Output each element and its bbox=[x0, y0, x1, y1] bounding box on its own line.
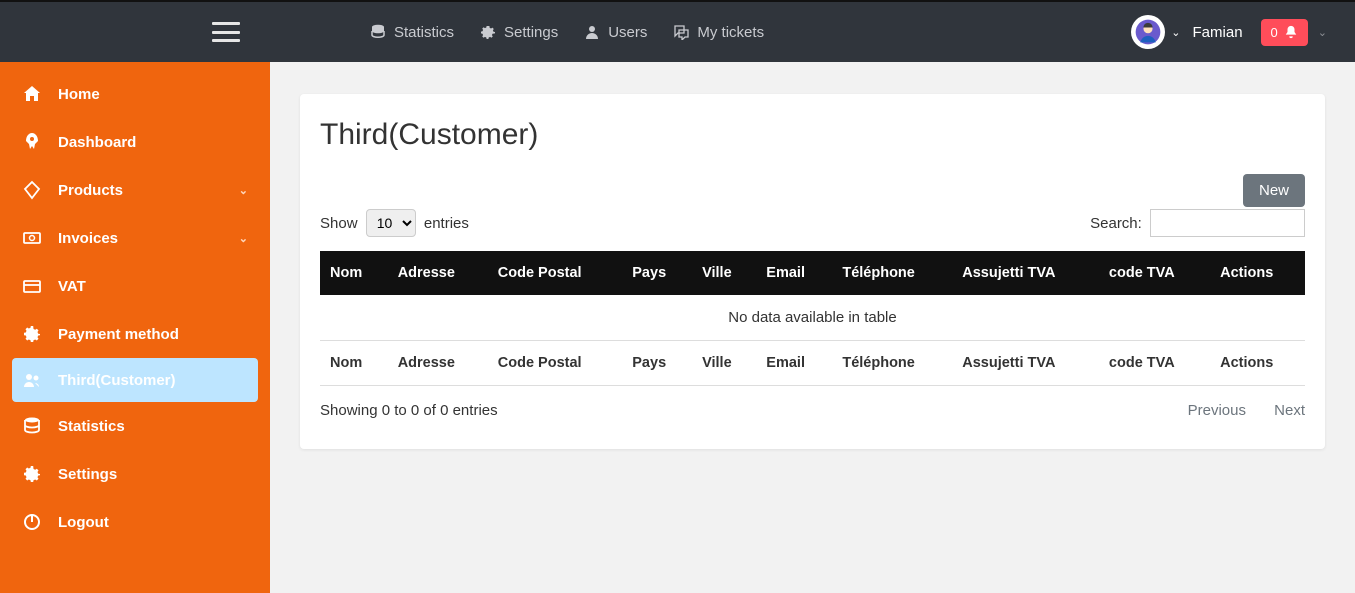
col-header[interactable]: Actions bbox=[1210, 251, 1305, 295]
chevron-down-icon: ⌄ bbox=[1171, 26, 1180, 39]
money-icon bbox=[22, 228, 42, 248]
sidebar-item-products[interactable]: Products ⌄ bbox=[0, 166, 270, 214]
diamond-icon bbox=[22, 180, 42, 200]
sidebar-item-label: Invoices bbox=[58, 230, 118, 247]
chevron-down-icon: ⌄ bbox=[239, 184, 248, 197]
col-header[interactable]: Code Postal bbox=[488, 251, 623, 295]
col-footer: Adresse bbox=[388, 341, 488, 386]
chat-icon bbox=[673, 24, 689, 40]
card-icon bbox=[22, 276, 42, 296]
col-header[interactable]: Nom bbox=[320, 251, 388, 295]
col-header[interactable]: code TVA bbox=[1099, 251, 1210, 295]
nav-mytickets-label: My tickets bbox=[697, 24, 764, 41]
col-footer: Ville bbox=[692, 341, 756, 386]
length-control: Show 10 entries bbox=[320, 209, 469, 237]
col-header[interactable]: Pays bbox=[622, 251, 692, 295]
col-footer: Email bbox=[756, 341, 832, 386]
search-label: Search: bbox=[1090, 215, 1142, 232]
col-footer: Nom bbox=[320, 341, 388, 386]
new-button[interactable]: New bbox=[1243, 174, 1305, 207]
sidebar-item-home[interactable]: Home bbox=[0, 70, 270, 118]
home-icon bbox=[22, 84, 42, 104]
col-header[interactable]: Ville bbox=[692, 251, 756, 295]
sidebar-item-label: Products bbox=[58, 182, 123, 199]
col-header[interactable]: Téléphone bbox=[832, 251, 952, 295]
bell-icon bbox=[1284, 25, 1298, 39]
username-label: Famian bbox=[1193, 24, 1243, 41]
sidebar-item-payment-method[interactable]: Payment method bbox=[0, 310, 270, 358]
sidebar-item-vat[interactable]: VAT bbox=[0, 262, 270, 310]
notification-count: 0 bbox=[1271, 25, 1278, 40]
avatar bbox=[1131, 15, 1165, 49]
show-label: Show bbox=[320, 215, 358, 232]
col-footer: code TVA bbox=[1099, 341, 1210, 386]
empty-message: No data available in table bbox=[320, 295, 1305, 341]
sidebar-item-third-customer-[interactable]: Third(Customer) bbox=[12, 358, 258, 402]
table-info: Showing 0 to 0 of 0 entries bbox=[320, 402, 498, 419]
sidebar: Home Dashboard Products ⌄ Invoices ⌄ VAT Paymen… bbox=[0, 62, 270, 593]
col-footer: Actions bbox=[1210, 341, 1305, 386]
next-button[interactable]: Next bbox=[1274, 402, 1305, 419]
sidebar-item-label: Statistics bbox=[58, 418, 125, 435]
notification-badge: 0 bbox=[1261, 19, 1308, 46]
chevron-down-icon: ⌄ bbox=[1318, 26, 1327, 39]
col-header[interactable]: Assujetti TVA bbox=[952, 251, 1099, 295]
sidebar-item-label: VAT bbox=[58, 278, 86, 295]
rocket-icon bbox=[22, 132, 42, 152]
nav-statistics[interactable]: Statistics bbox=[370, 24, 454, 41]
col-header[interactable]: Adresse bbox=[388, 251, 488, 295]
gear-icon bbox=[22, 324, 42, 344]
sidebar-item-label: Home bbox=[58, 86, 100, 103]
length-select[interactable]: 10 bbox=[366, 209, 416, 237]
nav-settings[interactable]: Settings bbox=[480, 24, 558, 41]
sidebar-item-label: Settings bbox=[58, 466, 117, 483]
col-footer: Code Postal bbox=[488, 341, 623, 386]
database-icon bbox=[370, 24, 386, 40]
menu-toggle-button[interactable] bbox=[212, 22, 240, 42]
main-card: Third(Customer) New Show 10 entries Sear… bbox=[300, 94, 1325, 449]
sidebar-item-label: Third(Customer) bbox=[58, 372, 176, 389]
search-input[interactable] bbox=[1150, 209, 1305, 237]
topbar: Statistics Settings Users My tickets ⌄ F… bbox=[0, 2, 1355, 62]
sidebar-item-label: Dashboard bbox=[58, 134, 136, 151]
data-table: NomAdresseCode PostalPaysVilleEmailTélép… bbox=[320, 251, 1305, 386]
sidebar-item-statistics[interactable]: Statistics bbox=[0, 402, 270, 450]
nav-users-label: Users bbox=[608, 24, 647, 41]
col-footer: Pays bbox=[622, 341, 692, 386]
gear-icon bbox=[22, 464, 42, 484]
sidebar-item-invoices[interactable]: Invoices ⌄ bbox=[0, 214, 270, 262]
nav-settings-label: Settings bbox=[504, 24, 558, 41]
users-icon bbox=[22, 370, 42, 390]
sidebar-item-settings[interactable]: Settings bbox=[0, 450, 270, 498]
nav-mytickets[interactable]: My tickets bbox=[673, 24, 764, 41]
user-menu[interactable]: ⌄ Famian bbox=[1131, 15, 1242, 49]
chevron-down-icon: ⌄ bbox=[239, 232, 248, 245]
prev-button[interactable]: Previous bbox=[1188, 402, 1246, 419]
sidebar-item-logout[interactable]: Logout bbox=[0, 498, 270, 546]
nav-users[interactable]: Users bbox=[584, 24, 647, 41]
notification-menu[interactable]: 0 ⌄ bbox=[1261, 19, 1327, 46]
nav-statistics-label: Statistics bbox=[394, 24, 454, 41]
sidebar-item-dashboard[interactable]: Dashboard bbox=[0, 118, 270, 166]
col-header[interactable]: Email bbox=[756, 251, 832, 295]
user-icon bbox=[584, 24, 600, 40]
search-control: Search: bbox=[1090, 209, 1305, 237]
entries-label: entries bbox=[424, 215, 469, 232]
power-icon bbox=[22, 512, 42, 532]
col-footer: Téléphone bbox=[832, 341, 952, 386]
sidebar-item-label: Logout bbox=[58, 514, 109, 531]
gear-icon bbox=[480, 24, 496, 40]
sidebar-item-label: Payment method bbox=[58, 326, 179, 343]
db-icon bbox=[22, 416, 42, 436]
col-footer: Assujetti TVA bbox=[952, 341, 1099, 386]
page-title: Third(Customer) bbox=[320, 118, 1305, 152]
